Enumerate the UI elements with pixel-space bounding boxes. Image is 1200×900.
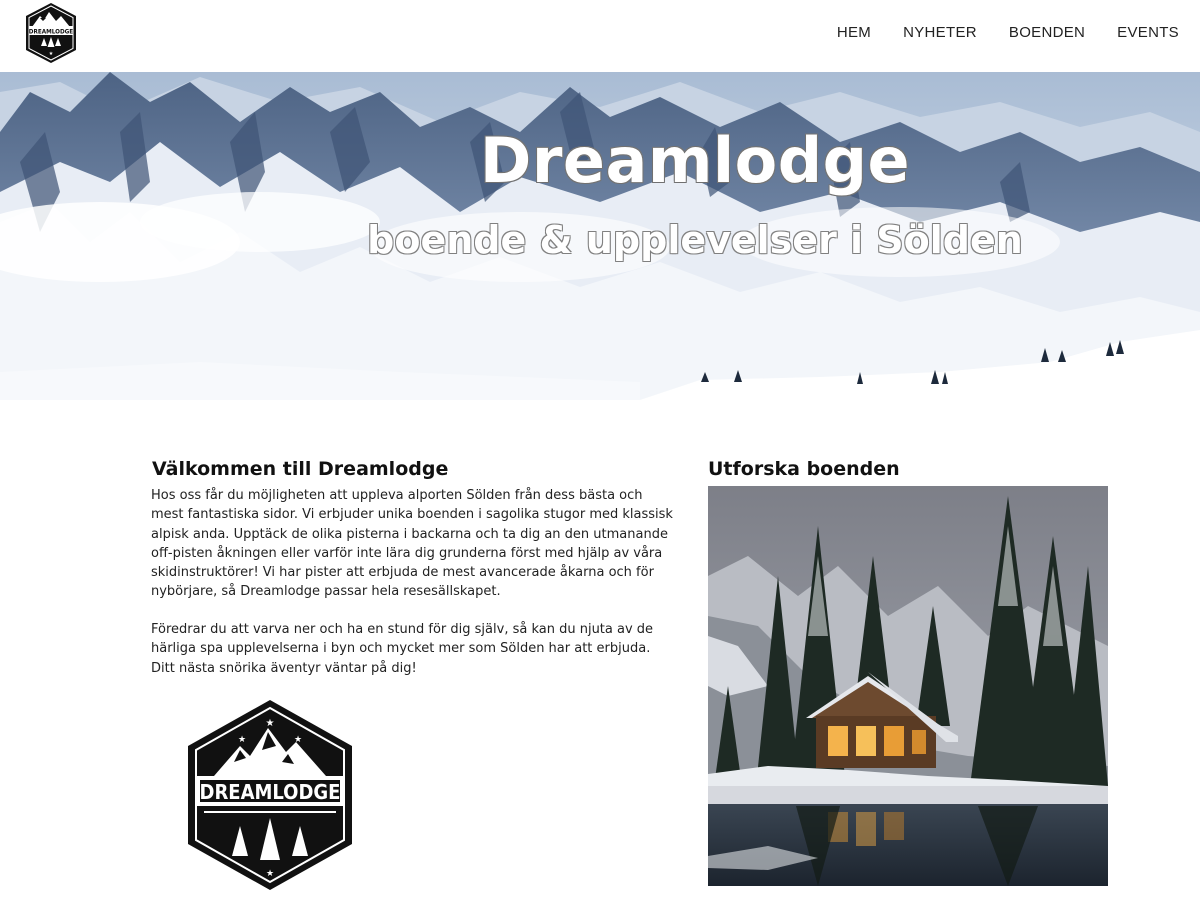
dreamlodge-badge-logo: ★ ★ ★ DREAMLODGE ★ xyxy=(188,700,352,890)
svg-text:DREAMLODGE: DREAMLODGE xyxy=(29,29,74,36)
top-navigation-bar: DREAMLODGE ★ HEM NYHETER BOENDEN EVENTS xyxy=(0,0,1200,72)
welcome-paragraph-1: Hos oss får du möjligheten att uppleva a… xyxy=(151,488,673,600)
nav-link-nyheter[interactable]: NYHETER xyxy=(903,24,977,41)
explore-heading: Utforska boenden xyxy=(708,458,900,480)
svg-text:★: ★ xyxy=(49,51,54,57)
cabin-photo[interactable] xyxy=(708,486,1108,886)
main-nav: HEM NYHETER BOENDEN EVENTS xyxy=(805,24,1179,41)
nav-link-hem[interactable]: HEM xyxy=(837,24,871,41)
hero-title: Dreamlodge xyxy=(479,124,911,197)
nav-link-events[interactable]: EVENTS xyxy=(1117,24,1179,41)
nav-link-boenden[interactable]: BOENDEN xyxy=(1009,24,1085,41)
svg-text:DREAMLODGE: DREAMLODGE xyxy=(200,780,341,804)
hero-banner: Dreamlodge boende & upplevelser i Sölden xyxy=(0,72,1200,400)
svg-text:★: ★ xyxy=(266,869,274,879)
dreamlodge-logo[interactable]: DREAMLODGE ★ xyxy=(20,2,82,64)
svg-text:★: ★ xyxy=(266,718,275,729)
svg-text:★: ★ xyxy=(238,735,246,745)
welcome-paragraph-2: Föredrar du att varva ner och ha en stun… xyxy=(151,622,654,676)
hero-subtitle: boende & upplevelser i Sölden xyxy=(367,218,1023,262)
cabin-lake-image xyxy=(708,486,1108,886)
welcome-heading: Välkommen till Dreamlodge xyxy=(152,458,449,480)
